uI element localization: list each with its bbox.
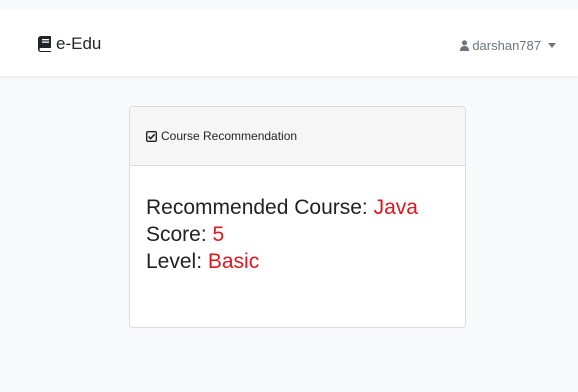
brand-link[interactable]: e-Edu <box>38 34 101 54</box>
course-value: Java <box>373 196 418 219</box>
book-icon <box>38 36 51 52</box>
course-label: Recommended Course: <box>146 196 374 219</box>
user-name: darshan787 <box>472 38 541 53</box>
caret-down-icon <box>548 42 556 49</box>
score-label: Score: <box>146 223 213 246</box>
user-dropdown[interactable]: darshan787 <box>460 38 556 53</box>
level-line: Level: Basic <box>146 248 449 275</box>
card-body: Recommended Course: Java Score: 5 Level:… <box>130 166 465 275</box>
score-line: Score: 5 <box>146 221 449 248</box>
level-value: Basic <box>207 250 260 273</box>
user-icon <box>460 40 470 51</box>
brand-label: e-Edu <box>56 34 102 53</box>
score-value: 5 <box>212 223 225 246</box>
recommendation-card: Course Recommendation Recommended Course… <box>129 106 466 328</box>
check-square-icon <box>146 130 157 142</box>
level-label: Level: <box>146 250 208 273</box>
card-title: Course Recommendation <box>161 129 298 143</box>
navbar: e-Edu darshan787 <box>0 0 578 76</box>
card-header: Course Recommendation <box>130 107 465 166</box>
recommended-course-line: Recommended Course: Java <box>146 194 449 221</box>
